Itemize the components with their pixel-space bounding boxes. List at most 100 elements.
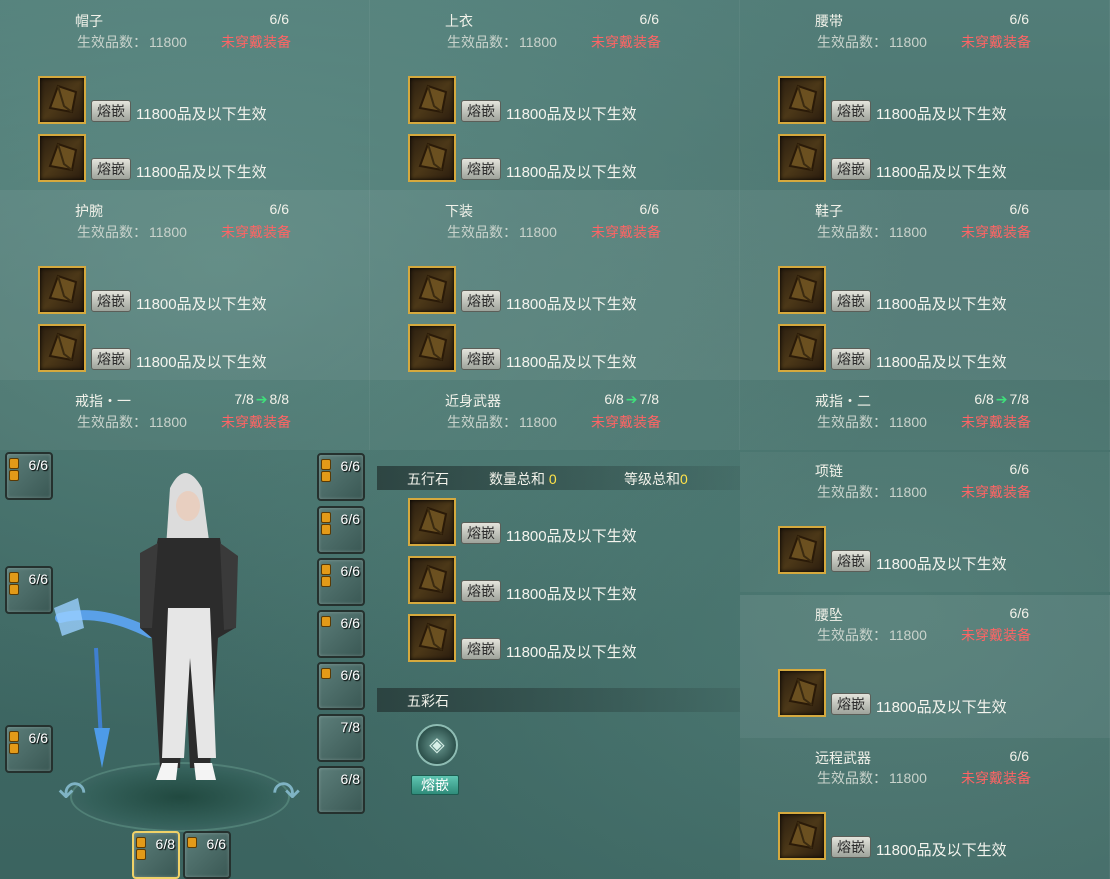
gem-slot: 熔嵌 11800品及以下生效 [38, 266, 368, 314]
gem-icon[interactable] [778, 134, 826, 182]
gem-icon[interactable] [38, 134, 86, 182]
embed-button[interactable]: 熔嵌 [831, 550, 871, 572]
gem-icon[interactable] [778, 526, 826, 574]
panel-grade: 生效品数： 11800 [817, 34, 927, 50]
panel-title: 下装 [445, 203, 473, 219]
embed-effect-label: 11800品及以下生效 [506, 644, 637, 661]
equip-slot[interactable]: 6/6 [5, 566, 53, 614]
five-colors-title: 五彩石 [407, 693, 449, 709]
embed-button[interactable]: 熔嵌 [831, 836, 871, 858]
status-unequipped: 未穿戴装备 [961, 34, 1031, 50]
panel-count: 6/8 ➔ 7/8 [974, 391, 1029, 407]
equip-slot[interactable]: 6/8 [317, 766, 365, 814]
status-unequipped: 未穿戴装备 [591, 224, 661, 240]
status-unequipped: 未穿戴装备 [961, 484, 1031, 500]
gem-slot: 熔嵌 11800品及以下生效 [778, 812, 1108, 860]
embed-effect-label: 11800品及以下生效 [136, 296, 267, 313]
equip-slot[interactable]: 6/6 [317, 610, 365, 658]
character-preview[interactable]: ↶ ↷ [0, 452, 370, 879]
gem-icon[interactable] [778, 812, 826, 860]
panel-title: 护腕 [75, 203, 103, 219]
panel-top: 上衣 6/6 生效品数： 11800 未穿戴装备 熔嵌 11800品及以下生效 熔嵌… [370, 0, 740, 190]
panel-title: 戒指・二 [815, 393, 871, 409]
embed-button[interactable]: 熔嵌 [461, 580, 501, 602]
embed-button[interactable]: 熔嵌 [831, 348, 871, 370]
embed-button[interactable]: 熔嵌 [91, 290, 131, 312]
equip-slot[interactable]: 6/6 [5, 452, 53, 500]
embed-button[interactable]: 熔嵌 [461, 290, 501, 312]
five-colors-header: 五彩石 [377, 688, 740, 712]
colored-stone-slot-icon[interactable]: ◈ [416, 724, 458, 766]
panel-count: 6/8 ➔ 7/8 [604, 391, 659, 407]
panel-grade: 生效品数： 11800 [817, 224, 927, 240]
level-total: 等级总和0 [624, 471, 688, 487]
gem-slot: 熔嵌 11800品及以下生效 [778, 266, 1108, 314]
gem-icon[interactable] [408, 498, 456, 546]
embed-button[interactable]: 熔嵌 [831, 290, 871, 312]
panel-count: 6/6 [269, 201, 289, 217]
panel-melee-weapon: 近身武器 6/8 ➔ 7/8 生效品数： 11800 未穿戴装备 [370, 380, 740, 450]
embed-button[interactable]: 熔嵌 [461, 348, 501, 370]
embed-effect-label: 11800品及以下生效 [876, 354, 1007, 371]
panel-grade: 生效品数： 11800 [817, 627, 927, 643]
panel-grade: 生效品数： 11800 [447, 224, 557, 240]
gem-icon[interactable] [778, 266, 826, 314]
embed-button[interactable]: 熔嵌 [91, 158, 131, 180]
embed-button[interactable]: 熔嵌 [831, 158, 871, 180]
gem-icon[interactable] [38, 324, 86, 372]
gem-icon[interactable] [408, 556, 456, 604]
equip-slot[interactable]: 6/6 [317, 506, 365, 554]
embed-button[interactable]: 熔嵌 [461, 638, 501, 660]
rotate-left-icon[interactable]: ↶ [58, 774, 87, 814]
panel-shoes: 鞋子 6/6 生效品数： 11800 未穿戴装备 熔嵌 11800品及以下生效 熔嵌… [740, 190, 1110, 380]
gem-icon[interactable] [408, 614, 456, 662]
equip-slot[interactable]: 6/6 [317, 453, 365, 501]
character-figure [54, 473, 238, 780]
equip-slot[interactable]: 6/6 [5, 725, 53, 773]
equip-slot[interactable]: 6/6 [183, 831, 231, 879]
equip-slot[interactable]: 7/8 [317, 714, 365, 762]
status-unequipped: 未穿戴装备 [591, 414, 661, 430]
embed-button[interactable]: 熔嵌 [831, 100, 871, 122]
status-unequipped: 未穿戴装备 [961, 770, 1031, 786]
embed-effect-label: 11800品及以下生效 [876, 296, 1007, 313]
equip-slot-selected[interactable]: 6/8 [132, 831, 180, 879]
embed-effect-label: 11800品及以下生效 [506, 106, 637, 123]
equip-slot[interactable]: 6/6 [317, 558, 365, 606]
panel-count: 6/6 [1009, 11, 1029, 27]
equip-slot[interactable]: 6/6 [317, 662, 365, 710]
gem-icon[interactable] [778, 76, 826, 124]
gem-icon[interactable] [408, 324, 456, 372]
embed-button[interactable]: 熔嵌 [831, 693, 871, 715]
gem-icon[interactable] [38, 76, 86, 124]
gem-icon[interactable] [38, 266, 86, 314]
gem-slot: 熔嵌 11800品及以下生效 [38, 134, 368, 182]
status-unequipped: 未穿戴装备 [961, 627, 1031, 643]
panel-grade: 生效品数： 11800 [817, 770, 927, 786]
five-element-slot: 熔嵌 11800品及以下生效 [408, 556, 738, 604]
embed-button[interactable]: 熔嵌 [461, 158, 501, 180]
gem-icon[interactable] [408, 76, 456, 124]
panel-title: 戒指・一 [75, 393, 131, 409]
gem-slot: 熔嵌 11800品及以下生效 [408, 76, 738, 124]
five-elements-title: 五行石 [407, 471, 449, 487]
embed-effect-label: 11800品及以下生效 [506, 164, 637, 181]
status-unequipped: 未穿戴装备 [961, 224, 1031, 240]
quantity-total: 数量总和 0 [489, 471, 557, 487]
gem-slot: 熔嵌 11800品及以下生效 [778, 76, 1108, 124]
gem-icon[interactable] [778, 324, 826, 372]
embed-button[interactable]: 熔嵌 [91, 100, 131, 122]
embed-button[interactable]: 熔嵌 [461, 100, 501, 122]
five-element-slot: 熔嵌 11800品及以下生效 [408, 498, 738, 546]
gem-icon[interactable] [408, 134, 456, 182]
rotate-right-icon[interactable]: ↷ [272, 774, 301, 814]
embed-effect-label: 11800品及以下生效 [876, 842, 1007, 859]
panel-title: 远程武器 [815, 750, 871, 766]
embed-button[interactable]: 熔嵌 [461, 522, 501, 544]
colored-stone-embed-button[interactable]: 熔嵌 [411, 775, 459, 795]
panel-grade: 生效品数： 11800 [817, 414, 927, 430]
embed-button[interactable]: 熔嵌 [91, 348, 131, 370]
gem-icon[interactable] [408, 266, 456, 314]
panel-grade: 生效品数： 11800 [817, 484, 927, 500]
gem-icon[interactable] [778, 669, 826, 717]
